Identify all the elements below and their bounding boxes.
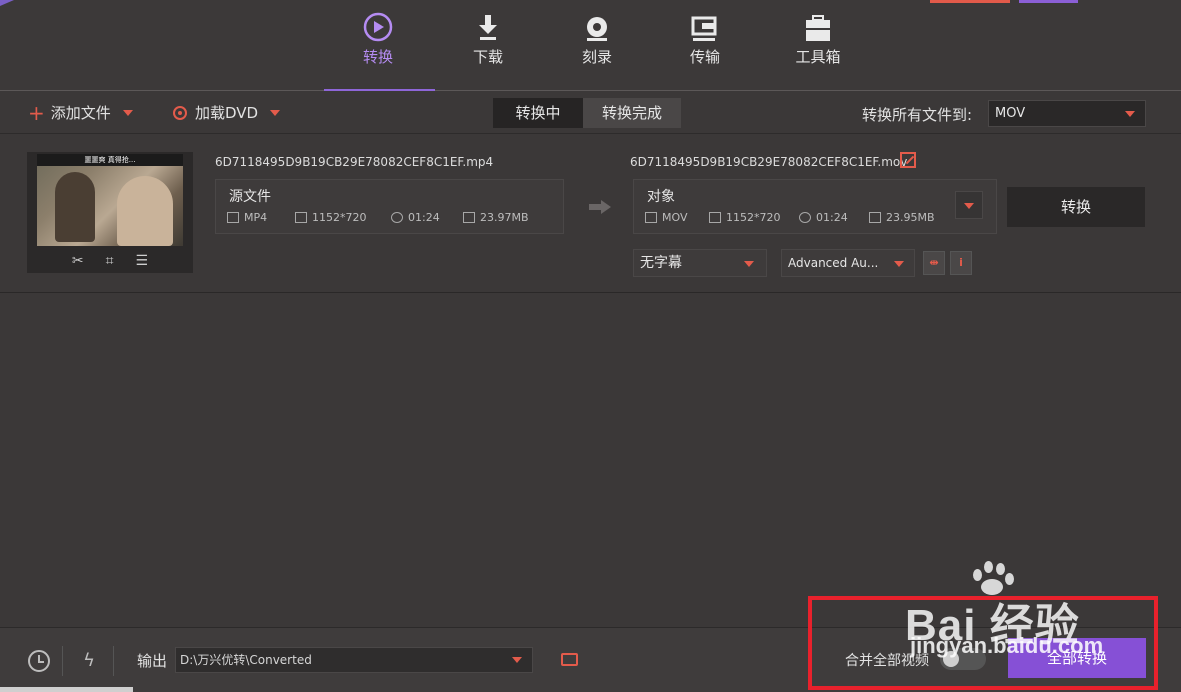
arrow-right-icon [589, 200, 611, 214]
subtitle-select[interactable]: 无字幕 [633, 249, 767, 277]
subtitle-value: 无字幕 [640, 255, 682, 271]
output-path-value: D:\万兴优转\Converted [180, 653, 312, 667]
nav-tab-toolbox[interactable]: 工具箱 [778, 10, 858, 67]
effects-sliders-icon[interactable]: ☰ [136, 253, 149, 269]
convert-button[interactable]: 转换 [1007, 187, 1145, 227]
open-folder-icon[interactable] [561, 653, 578, 666]
chevron-down-icon [512, 657, 522, 663]
target-info-box: 对象 MOV 1152*720 01:24 23.95MB [633, 179, 997, 234]
merge-toggle[interactable] [940, 648, 986, 670]
convert-all-to-label: 转换所有文件到: [862, 106, 973, 124]
window-button-purple[interactable] [1019, 0, 1078, 3]
crop-icon[interactable]: ⌗ [106, 253, 114, 269]
convert-play-icon [338, 10, 418, 44]
nav-tab-convert[interactable]: 转换 [338, 10, 418, 67]
source-info-box: 源文件 MP4 1152*720 01:24 23.97MB [215, 179, 564, 234]
nav-tab-download[interactable]: 下载 [448, 10, 528, 67]
source-title: 源文件 [229, 189, 271, 205]
audio-track-value: Advanced Au... [788, 256, 879, 270]
target-file-name: 6D7118495D9B19CB29E78082CEF8C1EF.mov [630, 155, 908, 169]
footer-bar: ϟ 输出 D:\万兴优转\Converted 合并全部视频 全部转换 [0, 627, 1181, 692]
video-thumbnail[interactable]: 噩噩爽 真得抢... [37, 154, 183, 246]
output-path-select[interactable]: D:\万兴优转\Converted [175, 647, 533, 673]
download-arrow-icon [448, 10, 528, 44]
split-icon[interactable]: ⇹ [923, 251, 945, 275]
nav-tab-burn-label: 刻录 [581, 48, 612, 66]
load-dvd-label: 加载DVD [195, 104, 259, 122]
top-navigation: 转换 下载 刻录 传输 工具箱 [0, 0, 1181, 90]
chevron-down-icon [964, 203, 974, 209]
chevron-down-icon [744, 261, 754, 267]
window-button-red[interactable] [930, 0, 1010, 3]
video-thumbnail-panel: 噩噩爽 真得抢... ✂ ⌗ ☰ [27, 152, 193, 273]
resolution-icon [295, 212, 307, 223]
tab-converting[interactable]: 转换中 [493, 98, 583, 128]
edit-name-icon[interactable] [900, 152, 916, 168]
source-size: 23.97MB [480, 211, 529, 224]
film-icon [227, 212, 239, 223]
chevron-down-icon [894, 261, 904, 267]
target-settings-dropdown[interactable] [955, 191, 983, 219]
bottom-strip [0, 687, 133, 692]
source-format: MP4 [244, 211, 268, 224]
add-file-label: 添加文件 [50, 104, 111, 122]
tab-converted[interactable]: 转换完成 [583, 98, 681, 128]
audio-track-select[interactable]: Advanced Au... [781, 249, 915, 277]
nav-tab-transfer-label: 传输 [689, 48, 720, 66]
nav-tab-transfer[interactable]: 传输 [665, 10, 745, 67]
info-icon[interactable]: i [950, 251, 972, 275]
target-size: 23.95MB [886, 211, 935, 224]
lightning-icon[interactable]: ϟ [78, 650, 100, 672]
folder-icon [869, 212, 881, 223]
clock-icon [799, 212, 811, 223]
output-label: 输出 [137, 652, 168, 670]
file-list-empty-area [0, 294, 1181, 627]
source-duration: 01:24 [408, 211, 440, 224]
target-format-value: MOV [995, 106, 1026, 121]
plus-icon: + [28, 100, 45, 125]
chevron-down-icon [1125, 111, 1135, 117]
chevron-down-icon [122, 109, 133, 116]
nav-tab-convert-label: 转换 [362, 48, 393, 66]
target-duration: 01:24 [816, 211, 848, 224]
toolbar: + 添加文件 加载DVD 转换中 转换完成 转换所有文件到: MOV [0, 91, 1181, 134]
toolbox-icon [778, 10, 858, 44]
nav-tab-toolbox-label: 工具箱 [795, 48, 841, 66]
folder-icon [463, 212, 475, 223]
source-resolution: 1152*720 [312, 211, 367, 224]
target-format-select[interactable]: MOV [988, 100, 1146, 127]
target-title: 对象 [647, 189, 675, 205]
film-icon [645, 212, 657, 223]
thumbnail-tools: ✂ ⌗ ☰ [27, 248, 193, 273]
chevron-down-icon [270, 109, 281, 116]
resolution-icon [709, 212, 721, 223]
app-logo-icon [0, 0, 14, 6]
add-file-button[interactable]: + 添加文件 [28, 102, 133, 123]
merge-all-label: 合并全部视频 [845, 653, 929, 669]
nav-tab-download-label: 下载 [472, 48, 503, 66]
burn-disc-icon [557, 10, 637, 44]
transfer-device-icon [665, 10, 745, 44]
convert-all-button[interactable]: 全部转换 [1008, 638, 1146, 678]
nav-tab-burn[interactable]: 刻录 [557, 10, 637, 67]
dvd-disc-icon [173, 105, 187, 120]
source-file-name: 6D7118495D9B19CB29E78082CEF8C1EF.mp4 [215, 155, 494, 169]
trim-scissors-icon[interactable]: ✂ [72, 253, 84, 269]
file-list-item: 噩噩爽 真得抢... ✂ ⌗ ☰ 6D7118495D9B19CB29E7808… [0, 134, 1181, 293]
status-tab-group: 转换中 转换完成 [493, 98, 681, 128]
clock-icon [391, 212, 403, 223]
alarm-clock-icon[interactable] [28, 650, 50, 672]
thumbnail-caption: 噩噩爽 真得抢... [84, 156, 136, 164]
load-dvd-button[interactable]: 加载DVD [173, 102, 281, 123]
target-resolution: 1152*720 [726, 211, 781, 224]
target-format: MOV [662, 211, 688, 224]
